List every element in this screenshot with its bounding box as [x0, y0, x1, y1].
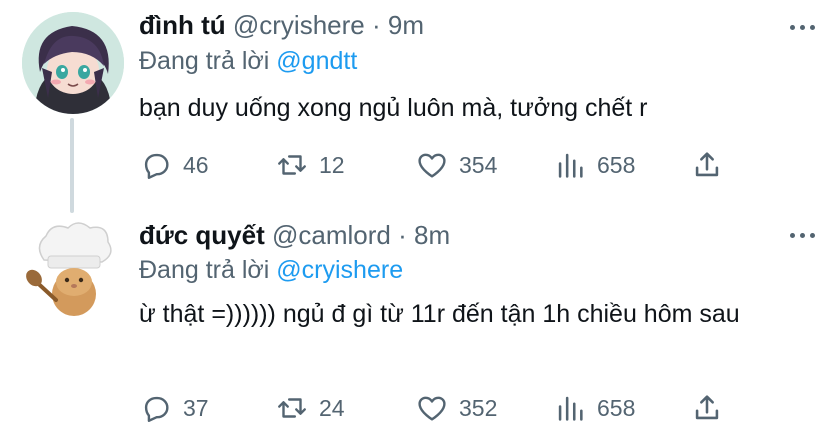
- separator-dot: ·: [371, 10, 381, 40]
- replying-to: Đang trả lời @gndtt: [139, 47, 357, 76]
- action-bar: 46 12 354 658: [139, 145, 739, 185]
- timestamp[interactable]: 8m: [414, 220, 450, 250]
- views-icon: [558, 396, 583, 421]
- reply-count: 46: [183, 151, 209, 178]
- tweet-header: đức quyết @camlord · 8m: [139, 220, 450, 251]
- retweet-icon: [278, 398, 306, 418]
- like-icon: [418, 396, 446, 421]
- share-button[interactable]: [690, 388, 724, 428]
- author-handle[interactable]: @camlord: [272, 220, 391, 250]
- like-button[interactable]: 354: [415, 145, 497, 185]
- tweet[interactable]: đức quyết @camlord · 8m Đang trả lời @cr…: [0, 208, 828, 423]
- replying-to: Đang trả lời @cryishere: [139, 256, 403, 285]
- retweet-count: 12: [319, 151, 345, 178]
- replying-label: Đang trả lời: [139, 47, 270, 75]
- more-icon[interactable]: [784, 228, 820, 242]
- tweet[interactable]: đình tú @cryishere · 9m Đang trả lời @gn…: [0, 0, 828, 213]
- reply-count: 37: [183, 394, 209, 421]
- retweet-button[interactable]: 24: [275, 388, 345, 428]
- replying-mention[interactable]: @gndtt: [276, 47, 357, 75]
- thread-line: [70, 118, 74, 213]
- reply-button[interactable]: 37: [139, 388, 209, 428]
- views-count: 658: [597, 151, 636, 178]
- avatar[interactable]: [22, 12, 124, 114]
- share-icon: [695, 152, 719, 177]
- reply-icon: [144, 396, 169, 422]
- like-count: 354: [459, 151, 498, 178]
- retweet-icon: [278, 155, 306, 175]
- timestamp[interactable]: 9m: [388, 10, 424, 40]
- tweet-text: ừ thật =)))))) ngủ đ gì từ 11r đến tận 1…: [139, 300, 740, 328]
- avatar[interactable]: [22, 216, 124, 318]
- views-button[interactable]: 658: [553, 388, 635, 428]
- share-button[interactable]: [690, 145, 724, 185]
- views-count: 658: [597, 394, 636, 421]
- like-button[interactable]: 352: [415, 388, 497, 428]
- action-bar: 37 24 352 658: [139, 388, 739, 428]
- author-name[interactable]: đức quyết: [139, 220, 265, 250]
- replying-mention[interactable]: @cryishere: [276, 256, 403, 284]
- like-icon: [418, 153, 446, 178]
- views-icon: [558, 153, 583, 178]
- reply-button[interactable]: 46: [139, 145, 209, 185]
- more-icon[interactable]: [784, 20, 820, 34]
- author-name[interactable]: đình tú: [139, 10, 226, 40]
- tweet-header: đình tú @cryishere · 9m: [139, 10, 424, 41]
- replying-label: Đang trả lời: [139, 256, 270, 284]
- like-count: 352: [459, 394, 498, 421]
- reply-icon: [144, 153, 169, 179]
- retweet-button[interactable]: 12: [275, 145, 345, 185]
- retweet-count: 24: [319, 394, 345, 421]
- tweet-text: bạn duy uống xong ngủ luôn mà, tưởng chế…: [139, 94, 648, 122]
- views-button[interactable]: 658: [553, 145, 635, 185]
- author-handle[interactable]: @cryishere: [233, 10, 365, 40]
- share-icon: [695, 395, 719, 420]
- separator-dot: ·: [398, 220, 407, 250]
